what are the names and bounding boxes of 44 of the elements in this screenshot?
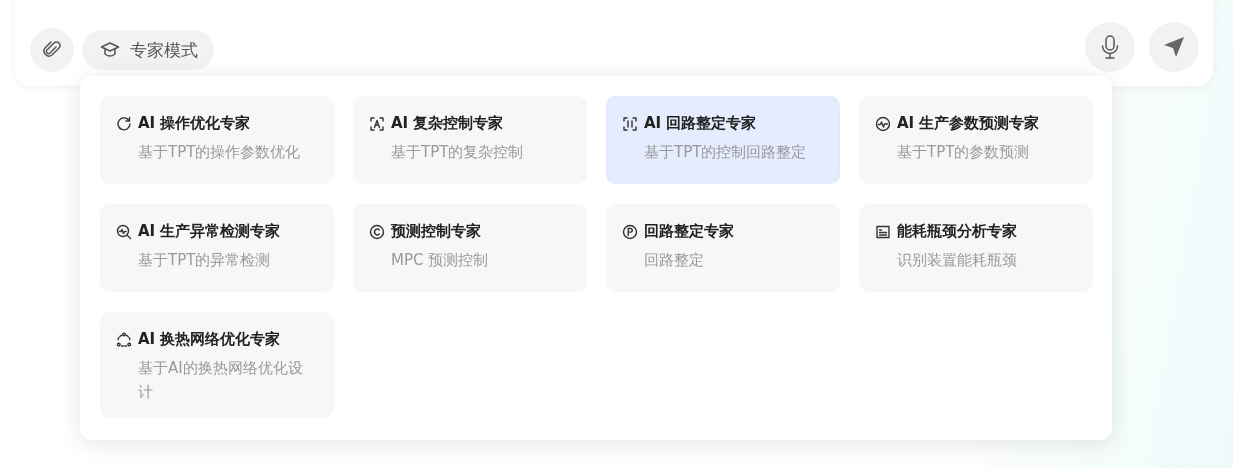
scan-icon <box>622 115 638 132</box>
expert-card[interactable]: 回路整定专家 回路整定 <box>606 204 840 292</box>
expert-description: 基于AI的换热网络优化设计 <box>138 358 304 403</box>
expert-description: 基于TPT的异常检测 <box>138 250 272 271</box>
expert-card[interactable]: 预测控制专家 MPC 预测控制 <box>353 204 587 292</box>
circled-p-icon <box>622 223 638 240</box>
expert-title: AI 回路整定专家 <box>644 114 757 133</box>
expert-card[interactable]: 能耗瓶颈分析专家 识别装置能耗瓶颈 <box>859 204 1093 292</box>
expert-card[interactable]: AI 生产异常检测专家 基于TPT的异常检测 <box>100 204 334 292</box>
expert-title: 预测控制专家 <box>391 222 481 241</box>
expert-card[interactable]: AI 生产参数预测专家 基于TPT的参数预测 <box>859 96 1093 184</box>
attach-button[interactable] <box>30 28 74 72</box>
refresh-icon <box>116 115 132 132</box>
search-pulse-icon <box>116 223 132 240</box>
copyright-icon <box>369 223 385 240</box>
cycle-icon <box>116 331 132 348</box>
expert-card[interactable]: AI 复杂控制专家 基于TPT的复杂控制 <box>353 96 587 184</box>
expert-mode-button[interactable]: 专家模式 <box>82 30 214 70</box>
expert-card[interactable]: AI 回路整定专家 基于TPT的控制回路整定 <box>606 96 840 184</box>
expert-description: 回路整定 <box>644 250 705 271</box>
expert-title: AI 复杂控制专家 <box>391 114 504 133</box>
send-icon <box>1162 35 1186 59</box>
expert-title: AI 生产参数预测专家 <box>897 114 1040 133</box>
expert-title: AI 生产异常检测专家 <box>138 222 281 241</box>
send-button[interactable] <box>1149 22 1199 72</box>
graduation-cap-icon <box>100 41 120 59</box>
paperclip-icon <box>42 40 62 60</box>
expert-description: 基于TPT的控制回路整定 <box>644 142 808 163</box>
pulse-icon <box>875 115 891 132</box>
expert-card[interactable]: AI 换热网络优化专家 基于AI的换热网络优化设计 <box>100 312 334 418</box>
expert-title: AI 操作优化专家 <box>138 114 251 133</box>
microphone-button[interactable] <box>1085 22 1135 72</box>
expert-title: AI 换热网络优化专家 <box>138 330 281 349</box>
expert-description: MPC 预测控制 <box>391 250 490 271</box>
scan-text-icon <box>369 115 385 132</box>
expert-description: 基于TPT的复杂控制 <box>391 142 525 163</box>
expert-description: 基于TPT的参数预测 <box>897 142 1031 163</box>
id-card-icon <box>875 223 891 240</box>
microphone-icon <box>1099 34 1121 60</box>
expert-card[interactable]: AI 操作优化专家 基于TPT的操作参数优化 <box>100 96 334 184</box>
expert-title: 回路整定专家 <box>644 222 734 241</box>
expert-description: 基于TPT的操作参数优化 <box>138 142 302 163</box>
expert-title: 能耗瓶颈分析专家 <box>897 222 1017 241</box>
expert-description: 识别装置能耗瓶颈 <box>897 250 1018 271</box>
